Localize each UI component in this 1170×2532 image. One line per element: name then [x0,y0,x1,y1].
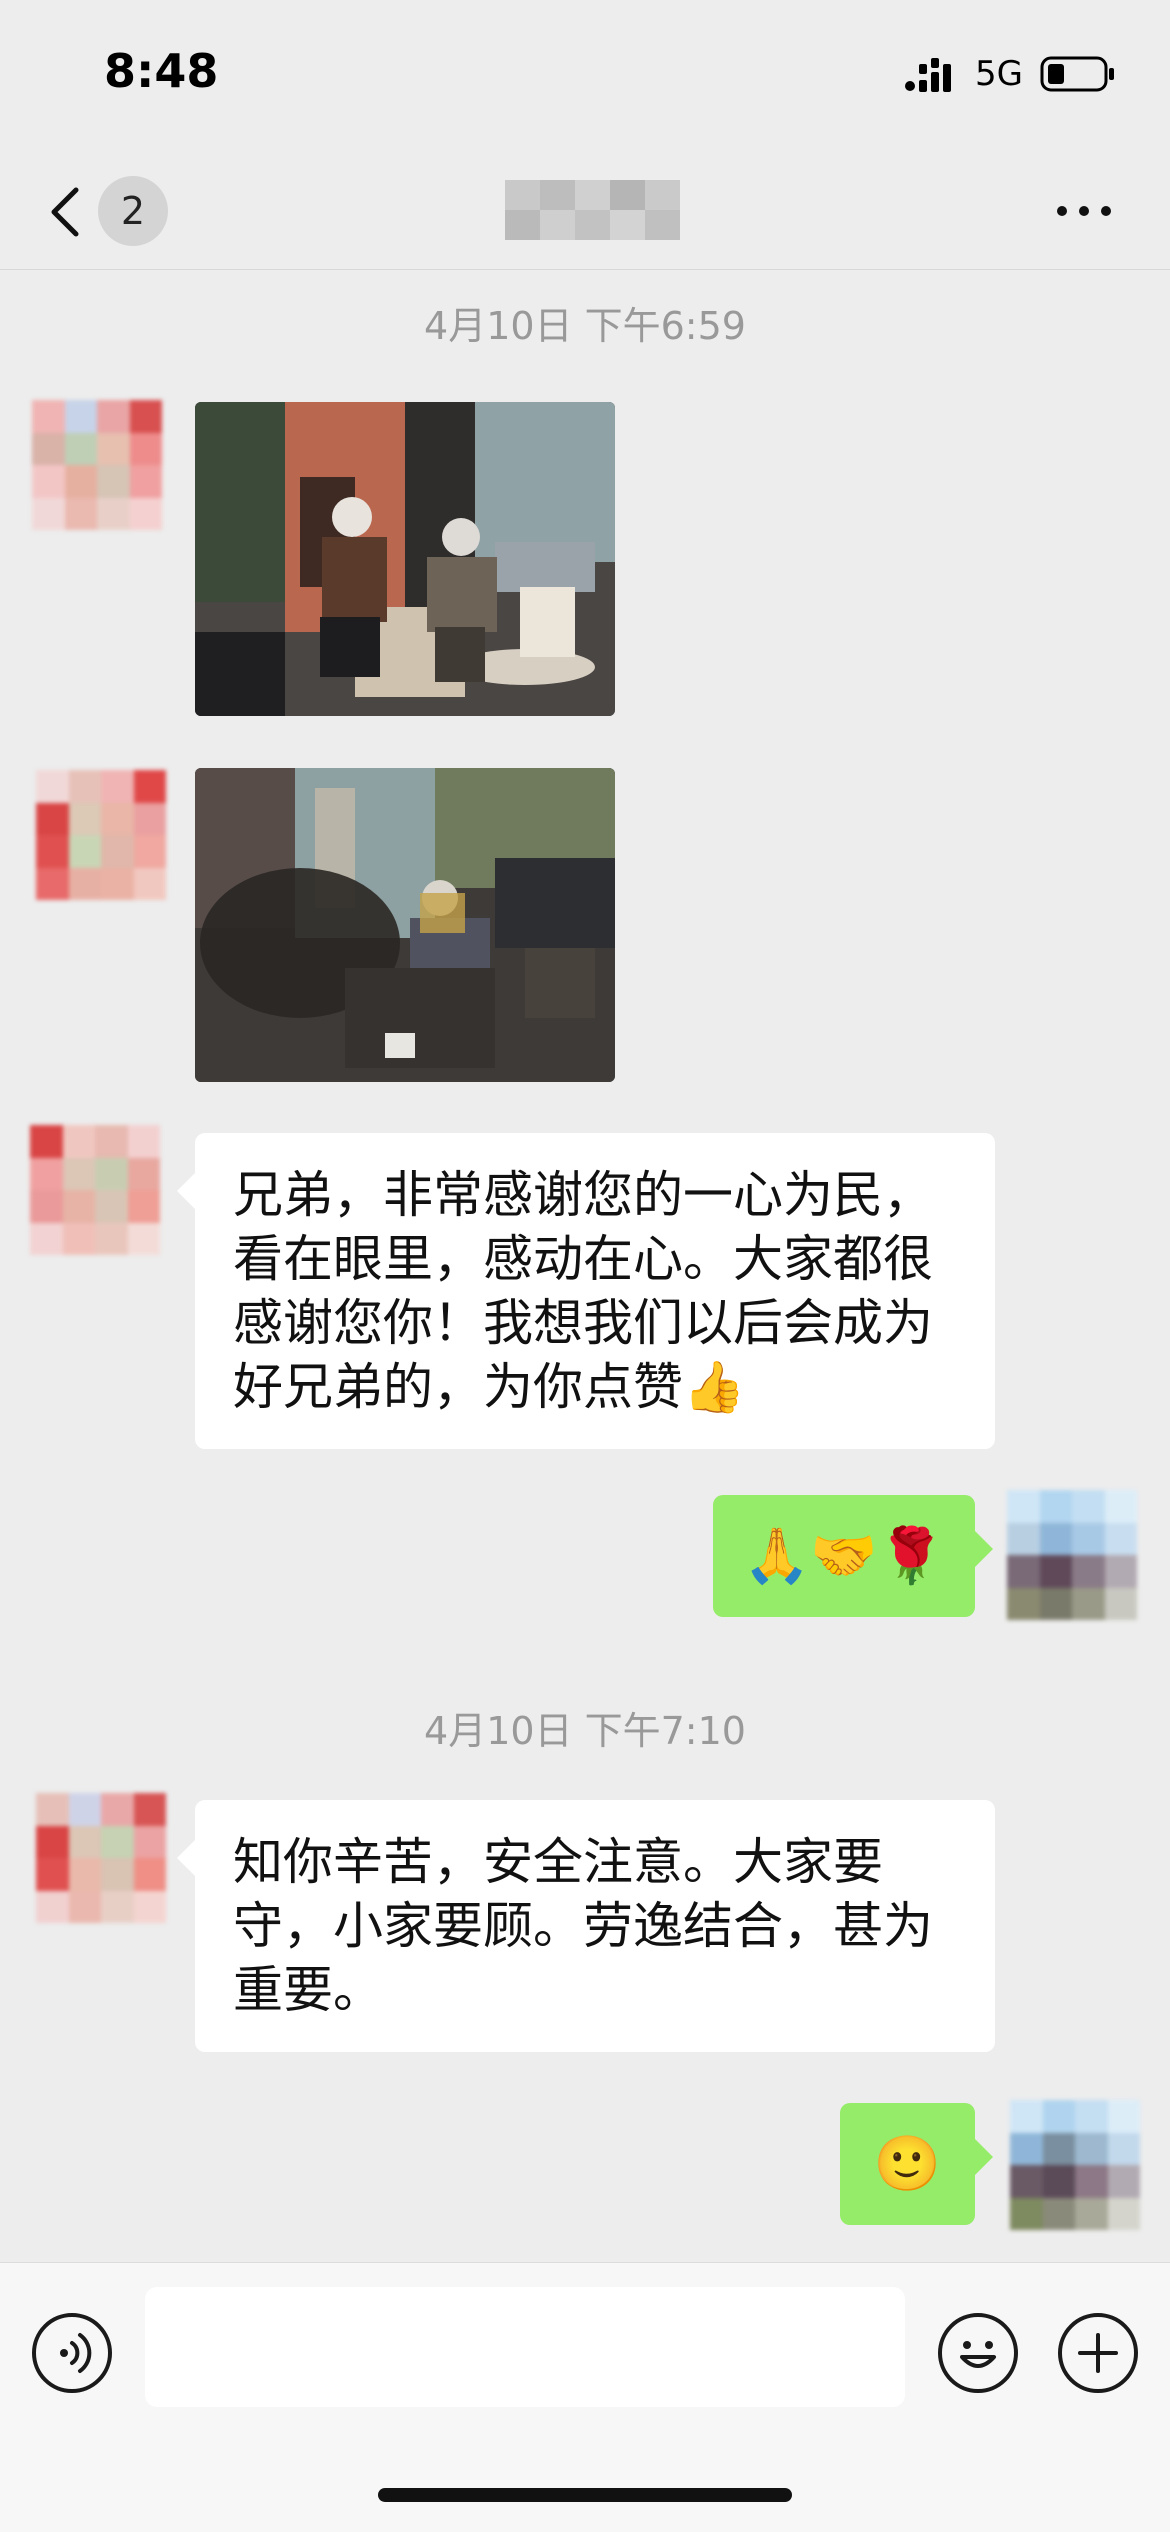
more-actions-button[interactable] [1058,2313,1138,2393]
status-time: 8:48 [104,44,219,98]
battery-low-icon [1040,56,1114,92]
contact-avatar[interactable] [36,1793,166,1923]
contact-avatar[interactable] [30,1125,160,1255]
smiley-icon [960,2341,996,2368]
back-button[interactable]: 2 [40,176,180,246]
message-timestamp: 4月10日 下午7:10 [424,1709,746,1753]
outgoing-message-bubble[interactable]: 🙂 [840,2103,993,2225]
incoming-message-bubble[interactable]: 知你辛苦，安全注意。大家要守，小家要顾。劳逸结合，甚为重要。 [177,1800,995,2052]
my-avatar[interactable] [1007,1490,1137,1620]
chat-title-blurred[interactable] [505,180,680,240]
signal-bars-icon [905,58,951,92]
voice-icon [60,2333,92,2373]
plus-icon [1078,2333,1118,2373]
shared-photo[interactable] [195,768,615,1082]
message-text: 知你辛苦，安全注意。大家要守，小家要顾。劳逸结合，甚为重要。 [233,1833,933,2019]
home-indicator[interactable] [378,2488,792,2502]
message-emoji-text: 🙏🤝🌹 [743,1524,945,1587]
network-label: 5G [975,54,1023,94]
chevron-left-icon [51,187,79,237]
status-bar: 8:48 5G [0,0,1170,150]
outgoing-message-bubble[interactable]: 🙏🤝🌹 [713,1495,993,1617]
unread-count-badge: 2 [98,176,168,246]
voice-input-button[interactable] [32,2313,112,2393]
message-text-input[interactable] [145,2287,905,2407]
contact-avatar[interactable] [36,770,166,900]
chat-nav-bar: 2 [0,150,1170,270]
message-timestamp: 4月10日 下午6:59 [424,304,746,348]
message-emoji-text: 🙂 [873,2132,942,2195]
contact-avatar[interactable] [32,400,162,530]
shared-photo[interactable] [195,402,615,716]
incoming-message-bubble[interactable]: 兄弟，非常感谢您的一心为民，看在眼里，感动在心。大家都很感谢您你！我想我们以后会… [177,1133,995,1449]
emoji-picker-button[interactable] [938,2313,1018,2393]
photo-image [195,402,615,716]
my-avatar[interactable] [1010,2100,1140,2230]
more-options-button[interactable] [1055,190,1115,230]
message-text: 兄弟，非常感谢您的一心为民，看在眼里，感动在心。大家都很感谢您你！我想我们以后会… [233,1166,933,1416]
photo-image [195,768,615,1082]
